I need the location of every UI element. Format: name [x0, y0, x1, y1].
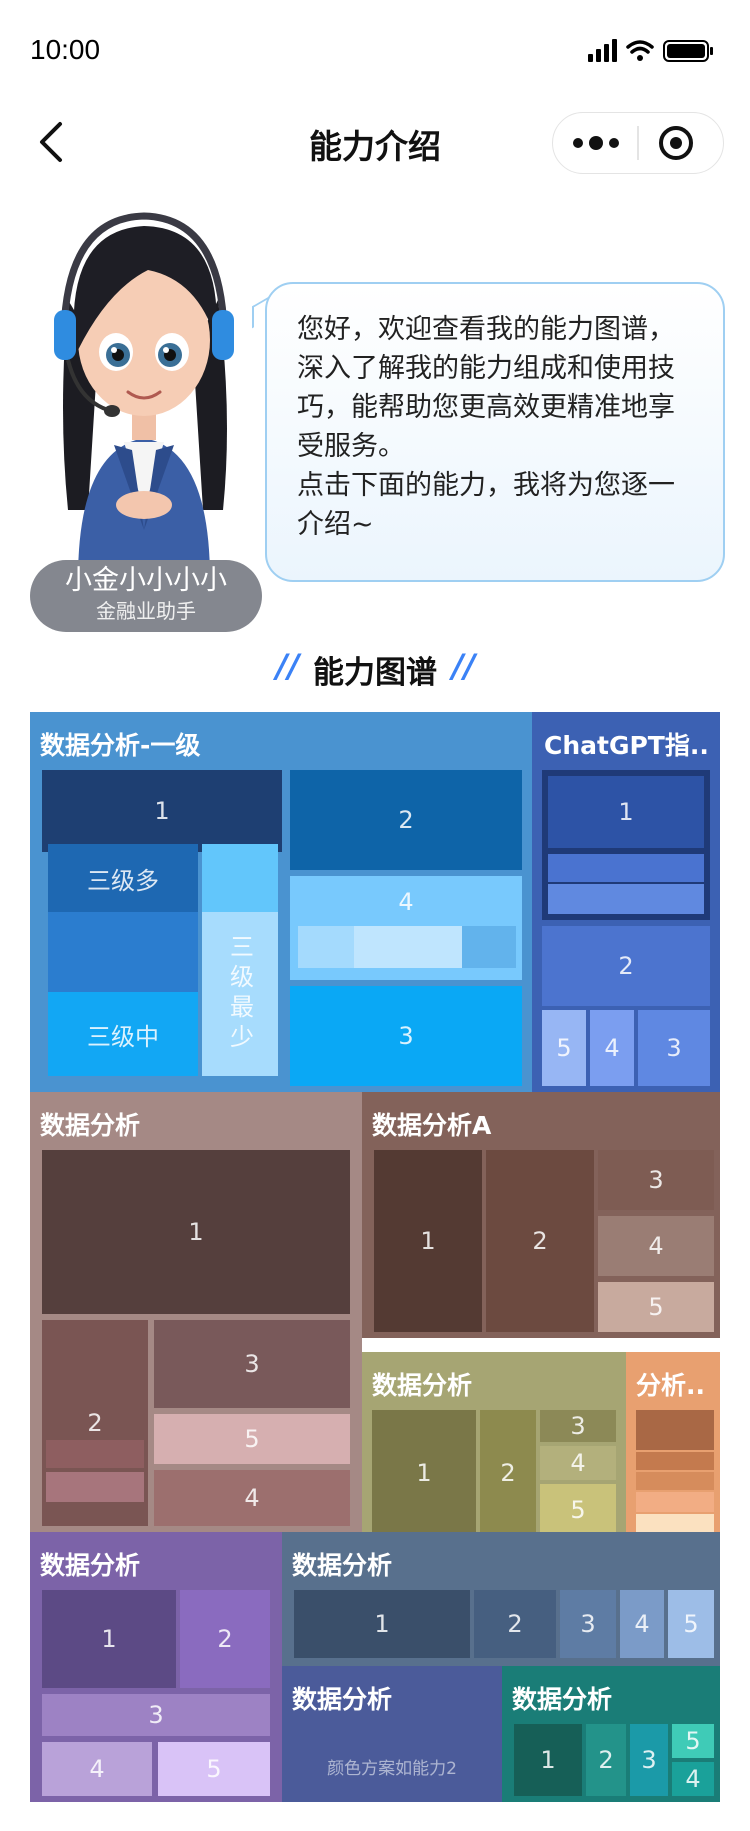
treemap-cell[interactable]: 1 [514, 1724, 582, 1796]
treemap-cell[interactable]: 1 [548, 776, 704, 848]
group-title: 数据分析 [40, 1551, 141, 1580]
treemap-cell[interactable]: 3 [540, 1410, 616, 1442]
group-title: 数据分析 [40, 1111, 141, 1140]
treemap-cell[interactable]: 1 [372, 1410, 476, 1536]
treemap-cell[interactable]: 1 [294, 1590, 470, 1658]
more-icon[interactable] [570, 132, 626, 154]
treemap-subcell[interactable] [636, 1452, 714, 1470]
greeting-bubble: 您好，欢迎查看我的能力图谱， 深入了解我的能力组成和使用技 巧，能帮助您更高效更… [265, 282, 725, 582]
assistant-role: 金融业助手 [96, 599, 196, 623]
treemap-cell[interactable]: 3 [290, 986, 522, 1086]
treemap-cell[interactable]: 2 [486, 1150, 594, 1332]
treemap-cell[interactable]: 三级最少 [202, 912, 278, 1076]
treemap-cell[interactable]: 3 [154, 1320, 350, 1408]
treemap-subcell[interactable] [636, 1410, 714, 1450]
group-title: 数据分析 [292, 1685, 393, 1714]
slash-right-icon: // [452, 647, 476, 685]
treemap-cell[interactable]: 三级多 [48, 844, 198, 912]
treemap-cell[interactable]: 1 [42, 1150, 350, 1314]
treemap-cell[interactable]: 5 [598, 1282, 714, 1332]
treemap-cell[interactable]: 3 [560, 1590, 616, 1658]
treemap-cell[interactable]: 4 [590, 1010, 634, 1086]
greeting-line: 点击下面的能力，我将为您逐一 [297, 470, 675, 501]
group-title: 数据分析 [372, 1371, 473, 1400]
treemap-cell[interactable]: 5 [158, 1742, 270, 1796]
treemap-cell[interactable]: 2 [480, 1410, 536, 1536]
battery-icon [663, 40, 713, 62]
treemap-cell[interactable]: 5 [540, 1484, 616, 1536]
wifi-icon [626, 40, 654, 54]
status-icons [588, 39, 713, 62]
treemap-cell[interactable]: 2 [586, 1724, 626, 1796]
treemap-cell[interactable] [202, 844, 278, 912]
treemap-cell[interactable]: 4 [620, 1590, 664, 1658]
group-title: 数据分析 [512, 1685, 613, 1714]
capsule-divider [637, 126, 639, 160]
treemap-subcell[interactable] [636, 1514, 714, 1532]
treemap-cell[interactable]: 5 [154, 1414, 350, 1464]
greeting-line: 巧，能帮助您更高效更精准地享 [297, 392, 675, 423]
treemap-cell[interactable]: 4 [42, 1742, 152, 1796]
group-title: 分析.. [636, 1371, 705, 1400]
assistant-name-badge: 小金小小小小 金融业助手 [30, 560, 262, 632]
treemap-cell[interactable]: 2 [474, 1590, 556, 1658]
treemap-cell[interactable]: 3 [598, 1150, 714, 1210]
treemap-subcell[interactable] [548, 854, 704, 882]
treemap-subcell[interactable] [462, 926, 516, 968]
slash-left-icon: // [276, 647, 300, 685]
treemap-cell[interactable]: 1 [374, 1150, 482, 1332]
treemap-cell[interactable] [48, 912, 198, 992]
treemap-subcell[interactable] [636, 1492, 714, 1512]
treemap-subcell[interactable] [636, 1472, 714, 1490]
signal-icon [588, 39, 617, 62]
treemap-cell[interactable]: 3 [630, 1724, 668, 1796]
group-title: ChatGPT指.. [544, 731, 709, 760]
treemap-subcell[interactable] [46, 1472, 144, 1502]
treemap-cell[interactable]: 5 [668, 1590, 714, 1658]
treemap-cell[interactable]: 5 [542, 1010, 586, 1086]
greeting-line: 介绍~ [297, 509, 374, 540]
greeting-line: 受服务。 [297, 431, 405, 462]
greeting-line: 深入了解我的能力组成和使用技 [297, 353, 675, 384]
treemap-subcell[interactable] [298, 926, 354, 968]
treemap-cell[interactable]: 3 [638, 1010, 710, 1086]
treemap-subcell[interactable] [548, 884, 704, 914]
treemap-cell[interactable]: 1 [42, 770, 282, 852]
treemap-cell[interactable]: 4 [672, 1762, 714, 1796]
treemap-cell[interactable]: 2 [290, 770, 522, 870]
status-time: 10:00 [30, 34, 101, 65]
group-title: 数据分析 [292, 1551, 393, 1580]
treemap-cell[interactable]: 2 [542, 926, 710, 1006]
treemap-subcell[interactable] [46, 1440, 144, 1468]
color-scheme-note: 颜色方案如能力2 [327, 1759, 457, 1779]
ability-treemap: 数据分析-一级 1 三级多 三级中 三级最少 2 4 3 ChatGPT指.. … [30, 712, 720, 1802]
section-title-wrap: // 能力图谱 // [0, 647, 750, 692]
treemap-subcell[interactable] [354, 926, 462, 968]
group-title: 数据分析A [372, 1111, 492, 1140]
treemap-cell[interactable]: 1 [42, 1590, 176, 1688]
treemap-cell[interactable]: 4 [598, 1216, 714, 1276]
assistant-name: 小金小小小小 [65, 565, 227, 596]
close-target-icon[interactable] [658, 125, 694, 161]
assistant-avatar [54, 212, 234, 580]
treemap-cell[interactable]: 三级中 [48, 992, 198, 1076]
treemap-cell[interactable]: 4 [540, 1446, 616, 1480]
treemap-cell[interactable]: 5 [672, 1724, 714, 1758]
section-title: 能力图谱 [313, 655, 437, 691]
treemap-cell[interactable]: 2 [180, 1590, 270, 1688]
group-title: 数据分析-一级 [40, 731, 201, 760]
greeting-line: 您好，欢迎查看我的能力图谱， [297, 314, 675, 345]
treemap-cell[interactable]: 3 [42, 1694, 270, 1736]
treemap-cell[interactable]: 4 [154, 1470, 350, 1526]
